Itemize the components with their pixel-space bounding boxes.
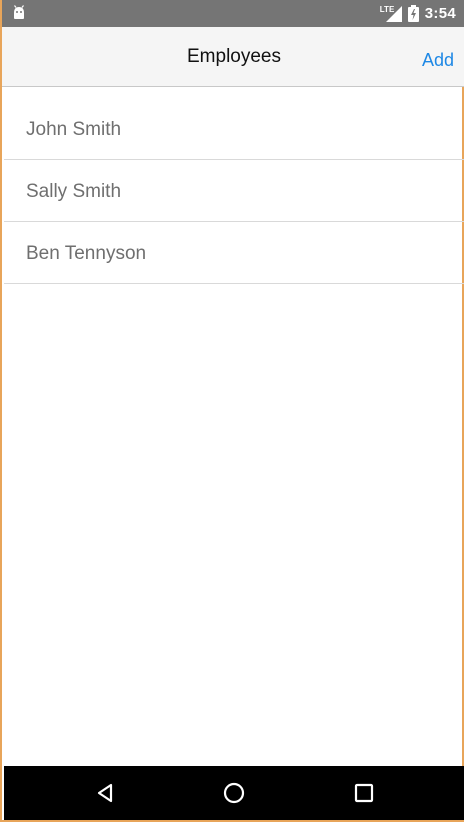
lte-signal-icon: LTE — [379, 4, 402, 22]
clock: 3:54 — [424, 5, 456, 22]
status-bar: LTE 3:54 — [2, 0, 464, 27]
back-icon[interactable] — [92, 779, 120, 807]
system-navigation-bar — [4, 766, 464, 820]
employee-list: John Smith Sally Smith Ben Tennyson — [4, 98, 464, 284]
list-item[interactable]: John Smith — [4, 98, 464, 160]
app-window: LTE 3:54 Employees Add John Smith Sally … — [0, 0, 464, 822]
page-title: Employees — [187, 46, 281, 67]
list-item[interactable]: Ben Tennyson — [4, 222, 464, 284]
list-item[interactable]: Sally Smith — [4, 160, 464, 222]
home-icon[interactable] — [220, 779, 248, 807]
status-indicators: LTE 3:54 — [380, 0, 456, 27]
recents-icon[interactable] — [350, 779, 378, 807]
android-icon — [12, 5, 26, 21]
navigation-bar: Employees Add — [2, 27, 464, 87]
add-button[interactable]: Add — [422, 27, 454, 87]
battery-icon — [407, 5, 419, 22]
network-type-label: LTE — [379, 4, 395, 14]
